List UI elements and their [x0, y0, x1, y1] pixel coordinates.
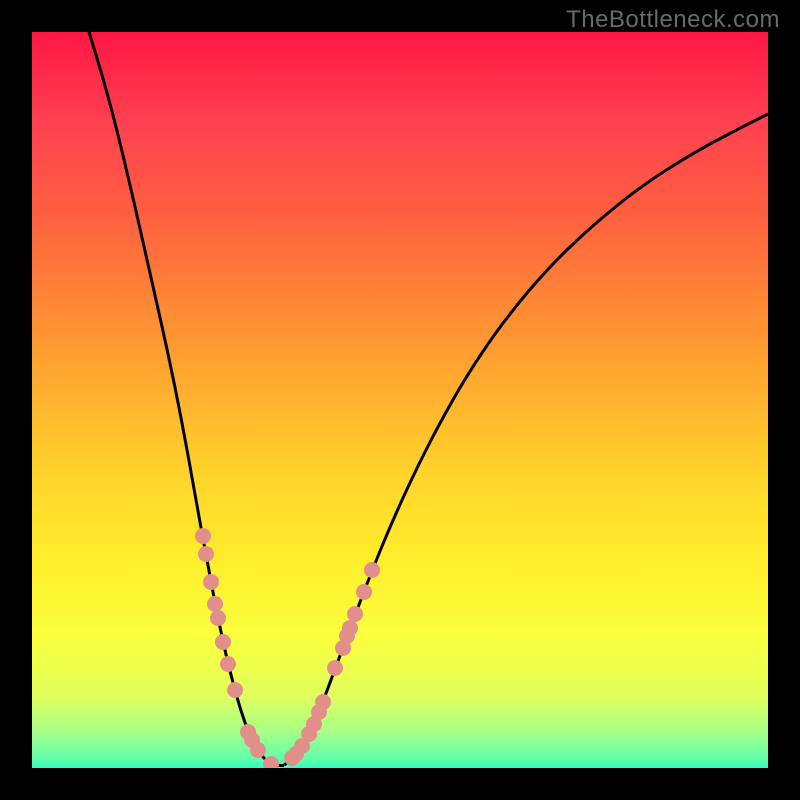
chart-svg [32, 32, 768, 768]
curve-left-branch [89, 32, 272, 765]
data-marker [210, 610, 226, 626]
chart-plot-area [32, 32, 768, 768]
data-marker [215, 634, 231, 650]
curve-right-branch [284, 114, 768, 765]
data-marker [347, 606, 363, 622]
data-marker [342, 620, 358, 636]
data-marker [250, 742, 266, 758]
data-marker [356, 584, 372, 600]
watermark-text: TheBottleneck.com [566, 6, 780, 34]
data-marker [315, 694, 331, 710]
data-marker [203, 574, 219, 590]
data-marker [207, 596, 223, 612]
data-markers-group [195, 528, 380, 768]
data-marker [198, 546, 214, 562]
data-marker [327, 660, 343, 676]
data-marker [220, 656, 236, 672]
data-marker [227, 682, 243, 698]
data-marker [364, 562, 380, 578]
data-marker [195, 528, 211, 544]
